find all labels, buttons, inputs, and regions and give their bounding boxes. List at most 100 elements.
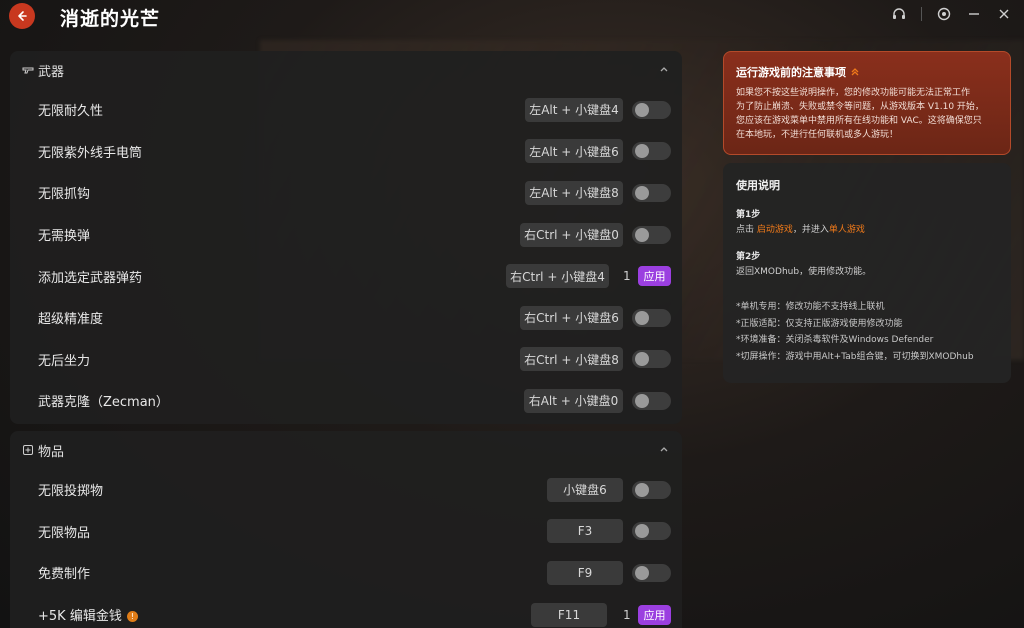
gun-icon: [22, 64, 34, 76]
weapons-section-header[interactable]: 武器: [10, 51, 682, 89]
toggle-knob: [635, 524, 649, 539]
cheat-row: 无限投掷物 小键盘6: [10, 469, 682, 511]
cheat-label: 无后坐力: [38, 353, 91, 369]
hotkey-badge[interactable]: F3: [547, 519, 623, 544]
arrow-left-icon: [18, 11, 27, 21]
cheat-label-text: +5K 编辑金钱: [38, 609, 122, 625]
cheat-label: 无限耐久性: [38, 104, 104, 120]
hotkey-badge[interactable]: 左Alt + 小键盘4: [525, 97, 623, 122]
cheat-row: 免费制作 F9: [10, 552, 682, 594]
hotkey-badge[interactable]: F9: [547, 560, 623, 585]
cheat-toggle[interactable]: [632, 142, 671, 161]
back-button[interactable]: [9, 3, 35, 29]
cheat-row: 无限抓钩 左Alt + 小键盘8: [10, 172, 682, 214]
hotkey-badge[interactable]: 左Alt + 小键盘8: [525, 180, 623, 205]
guide-notes: *单机专用：修改功能不支持线上联机 *正版适配：仅支持正版游戏使用修改功能 *环…: [736, 299, 998, 365]
hotkey-badge[interactable]: 小键盘6: [547, 477, 623, 502]
notice-card: 运行游戏前的注意事项 如果您不按这些说明操作，您的修改功能可能无法正常工作 为了…: [723, 51, 1011, 155]
cheat-label: 无限抓钩: [38, 187, 91, 203]
single-player-link[interactable]: 单人游戏: [829, 225, 865, 235]
cheat-toggle[interactable]: [632, 183, 671, 202]
hotkey-badge[interactable]: F11: [531, 602, 607, 627]
quantity-value[interactable]: 1: [623, 608, 631, 622]
cheat-row: 无限物品 F3: [10, 511, 682, 553]
cheat-toggle[interactable]: [632, 100, 671, 119]
window-controls: [891, 6, 1012, 22]
info-icon[interactable]: !: [126, 611, 138, 623]
apply-button[interactable]: 应用: [638, 604, 671, 625]
step1-middle: ，并进入: [792, 225, 829, 235]
notice-line: 您应该在游戏菜单中禁用所有在线功能和 VAC。这将确保您只: [736, 116, 982, 126]
step1-prefix: 点击: [736, 225, 757, 235]
section-title: 武器: [38, 64, 65, 80]
toggle-knob: [635, 144, 649, 159]
cheat-label: 添加选定武器弹药: [38, 270, 143, 286]
hotkey-badge[interactable]: 右Ctrl + 小键盘6: [520, 305, 623, 330]
notice-line: 为了防止崩溃、失败或禁令等问题，从游戏版本 V1.10 开始，: [736, 102, 984, 112]
toggle-knob: [635, 185, 649, 200]
cheat-label: 无限投掷物: [38, 484, 104, 500]
note-item: *环境准备：关闭杀毒软件及Windows Defender: [736, 335, 934, 345]
hotkey-badge[interactable]: 右Ctrl + 小键盘4: [506, 264, 609, 289]
note-item: *正版适配：仅支持正版游戏使用修改功能: [736, 318, 903, 329]
step2-title: 第2步: [736, 252, 761, 262]
close-icon[interactable]: [996, 6, 1012, 22]
chevron-up-icon[interactable]: [658, 63, 670, 75]
apply-button[interactable]: 应用: [638, 266, 671, 287]
toggle-knob: [635, 102, 649, 117]
chevron-up-icon[interactable]: [658, 443, 670, 455]
headset-icon[interactable]: [891, 6, 907, 22]
step2-text: 返回XMODhub，使用修改功能。: [736, 267, 872, 277]
cheat-row: 无需换弹 右Ctrl + 小键盘0: [10, 214, 682, 256]
page-title: 消逝的光芒: [60, 8, 161, 30]
hotkey-badge[interactable]: 右Ctrl + 小键盘0: [520, 222, 623, 247]
notice-line: 如果您不按这些说明操作，您的修改功能可能无法正常工作: [736, 88, 971, 98]
settings-icon[interactable]: [936, 6, 952, 22]
note-item: *切屏操作：游戏中用Alt+Tab组合键，可切换到XMODhub: [736, 351, 974, 362]
cheat-toggle[interactable]: [632, 308, 671, 327]
note-item: *单机专用：修改功能不支持线上联机: [736, 302, 885, 312]
weapons-panel: 武器 无限耐久性 左Alt + 小键盘4 无限紫外线手电筒 左Alt + 小键盘…: [10, 51, 682, 424]
cheat-label: +5K 编辑金钱!: [38, 605, 138, 624]
cheat-toggle[interactable]: [632, 522, 671, 541]
cheat-toggle[interactable]: [632, 480, 671, 499]
launch-game-link[interactable]: 启动游戏: [757, 225, 793, 235]
cheat-row: +5K 编辑金钱! F11 1 应用: [10, 594, 682, 628]
section-title: 物品: [38, 444, 65, 460]
toggle-knob: [635, 352, 649, 367]
notice-body: 如果您不按这些说明操作，您的修改功能可能无法正常工作 为了防止崩溃、失败或禁令等…: [736, 86, 998, 142]
cheat-label: 无限物品: [38, 525, 91, 541]
hotkey-badge[interactable]: 右Ctrl + 小键盘8: [520, 347, 623, 372]
quantity-value[interactable]: 1: [623, 269, 631, 283]
cheat-toggle[interactable]: [632, 225, 671, 244]
notice-line: 在本地玩，不进行任何联机或多人游玩！: [736, 130, 899, 140]
usage-guide-card: 使用说明 第1步 点击 启动游戏，并进入单人游戏 第2步 返回XMODhub，使…: [723, 163, 1011, 383]
cheat-row: 无后坐力 右Ctrl + 小键盘8: [10, 339, 682, 381]
cheat-label: 武器克隆（Zecman）: [38, 395, 169, 411]
guide-title: 使用说明: [736, 179, 780, 192]
cheat-toggle[interactable]: [632, 391, 671, 410]
toggle-knob: [635, 310, 649, 325]
step1-text: 点击 启动游戏，并进入单人游戏: [736, 222, 998, 235]
toggle-knob: [635, 393, 649, 408]
cheat-row: 添加选定武器弹药 右Ctrl + 小键盘4 1 应用: [10, 255, 682, 297]
cheat-row: 超级精准度 右Ctrl + 小键盘6: [10, 297, 682, 339]
cheat-label: 无限紫外线手电筒: [38, 145, 143, 161]
cheat-label: 无需换弹: [38, 229, 91, 245]
cheat-toggle[interactable]: [632, 350, 671, 369]
hotkey-badge[interactable]: 左Alt + 小键盘6: [525, 139, 623, 164]
step1-title: 第1步: [736, 210, 761, 220]
toggle-knob: [635, 565, 649, 580]
cheat-toggle[interactable]: [632, 563, 671, 582]
minimize-icon[interactable]: [966, 6, 982, 22]
plus-box-icon: [22, 444, 34, 456]
toggle-knob: [635, 227, 649, 242]
notice-title[interactable]: 运行游戏前的注意事项: [736, 64, 998, 80]
items-panel: 物品 无限投掷物 小键盘6 无限物品 F3 免费制作 F9 +5K 编辑金钱! …: [10, 431, 682, 628]
double-chevron-up-icon[interactable]: [850, 67, 860, 77]
notice-title-text: 运行游戏前的注意事项: [736, 66, 846, 79]
cheat-row: 无限耐久性 左Alt + 小键盘4: [10, 89, 682, 131]
toggle-knob: [635, 482, 649, 497]
items-section-header[interactable]: 物品: [10, 431, 682, 469]
hotkey-badge[interactable]: 右Alt + 小键盘0: [524, 388, 623, 413]
